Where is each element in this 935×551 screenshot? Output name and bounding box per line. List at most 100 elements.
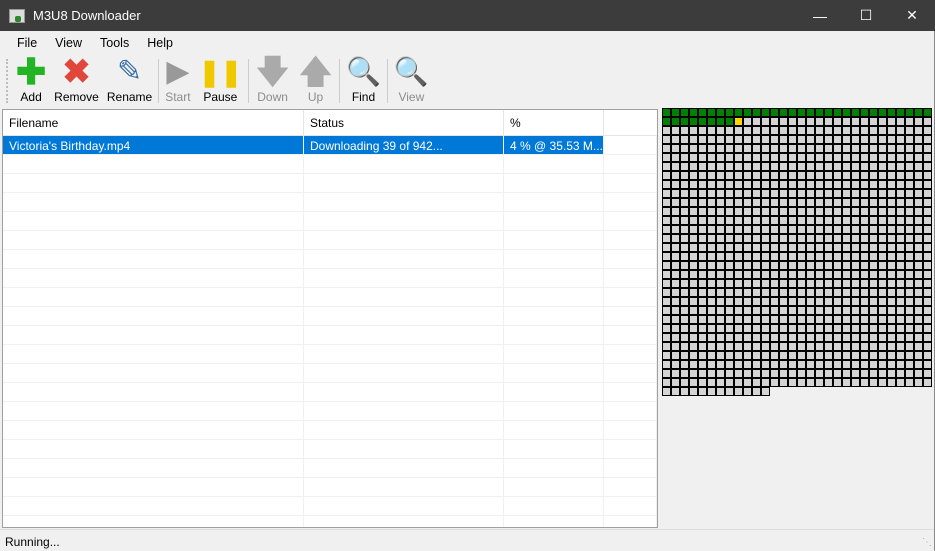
segment-cell — [914, 207, 923, 216]
segment-cell — [779, 180, 788, 189]
segment-cell — [878, 297, 887, 306]
segment-cell — [896, 252, 905, 261]
segment-cell — [923, 207, 932, 216]
pause-button[interactable]: ❚❚ Pause — [195, 55, 247, 107]
segment-cell — [860, 234, 869, 243]
segment-cell — [914, 369, 923, 378]
empty-row — [3, 288, 657, 307]
segment-cell — [914, 252, 923, 261]
segment-cell — [878, 126, 887, 135]
segment-cell — [851, 261, 860, 270]
start-button[interactable]: ▶ Start — [161, 55, 194, 107]
view-button[interactable]: 🔍 View — [390, 55, 433, 107]
segment-cell — [851, 126, 860, 135]
segment-cell — [851, 288, 860, 297]
segment-cell — [734, 117, 743, 126]
segment-cell — [680, 279, 689, 288]
segment-cell — [905, 378, 914, 387]
empty-row — [3, 174, 657, 193]
segment-cell — [671, 288, 680, 297]
segment-cell — [896, 315, 905, 324]
segment-cell — [725, 333, 734, 342]
segment-cell — [680, 252, 689, 261]
segment-cell — [725, 261, 734, 270]
play-icon: ▶ — [166, 55, 190, 88]
segment-cell — [680, 360, 689, 369]
remove-button[interactable]: ✖ Remove — [50, 55, 103, 107]
segment-cell — [680, 324, 689, 333]
segment-cell — [761, 162, 770, 171]
segment-cell — [860, 270, 869, 279]
segment-cell — [842, 108, 851, 117]
segment-cell — [770, 135, 779, 144]
column-percent[interactable]: % — [504, 110, 604, 135]
menu-help[interactable]: Help — [138, 36, 182, 50]
toolbar-grip[interactable] — [6, 59, 9, 103]
segment-cell — [851, 189, 860, 198]
segment-cell — [806, 306, 815, 315]
rename-button[interactable]: ✎ Rename — [103, 55, 156, 107]
segment-cell — [662, 387, 671, 396]
segment-cell — [689, 171, 698, 180]
segment-cell — [761, 234, 770, 243]
menu-view[interactable]: View — [46, 36, 91, 50]
add-button[interactable]: ✚ Add — [12, 54, 50, 107]
resize-grip[interactable]: ⋱ — [922, 537, 932, 548]
segment-cell — [806, 135, 815, 144]
find-button[interactable]: 🔍 Find — [342, 55, 385, 107]
segment-cell — [878, 369, 887, 378]
segment-cell — [878, 171, 887, 180]
segment-cell — [923, 216, 932, 225]
segment-cell — [671, 252, 680, 261]
maximize-button[interactable]: ☐ — [843, 0, 889, 31]
segment-cell — [788, 297, 797, 306]
segment-cell — [923, 315, 932, 324]
segment-cell — [734, 342, 743, 351]
empty-row — [3, 307, 657, 326]
segment-cell — [869, 189, 878, 198]
segment-cell — [806, 342, 815, 351]
segment-cell — [707, 216, 716, 225]
segment-cell — [797, 180, 806, 189]
segment-cell — [860, 342, 869, 351]
segment-cell — [869, 216, 878, 225]
empty-row — [3, 497, 657, 516]
segment-cell — [671, 324, 680, 333]
column-filename[interactable]: Filename — [3, 110, 304, 135]
segment-cell — [923, 225, 932, 234]
segment-cell — [833, 135, 842, 144]
close-button[interactable]: ✕ — [889, 0, 935, 31]
segment-cell — [815, 351, 824, 360]
download-list[interactable]: Filename Status % Victoria's Birthday.mp… — [2, 109, 658, 528]
segment-cell — [887, 234, 896, 243]
minimize-button[interactable]: — — [797, 0, 843, 31]
segment-cell — [824, 216, 833, 225]
down-button[interactable]: 🡇 Down — [251, 55, 294, 107]
up-button[interactable]: 🡅 Up — [294, 55, 337, 107]
segment-cell — [797, 297, 806, 306]
segment-cell — [914, 144, 923, 153]
segment-cell — [860, 306, 869, 315]
segment-cell — [752, 342, 761, 351]
list-item[interactable]: Victoria's Birthday.mp4 Downloading 39 o… — [3, 136, 657, 155]
segment-cell — [905, 306, 914, 315]
segment-cell — [779, 135, 788, 144]
segment-cell — [707, 126, 716, 135]
segment-cell — [806, 279, 815, 288]
segment-cell — [680, 288, 689, 297]
segment-cell — [887, 360, 896, 369]
segment-cell — [734, 135, 743, 144]
segment-cell — [662, 297, 671, 306]
segment-cell — [734, 360, 743, 369]
menu-tools[interactable]: Tools — [91, 36, 138, 50]
segment-cell — [923, 117, 932, 126]
segment-cell — [734, 243, 743, 252]
menu-file[interactable]: File — [8, 36, 46, 50]
segment-cell — [806, 225, 815, 234]
segment-cell — [896, 234, 905, 243]
segment-cell — [770, 243, 779, 252]
segment-cell — [761, 225, 770, 234]
segment-cell — [743, 171, 752, 180]
segment-cell — [698, 252, 707, 261]
column-status[interactable]: Status — [304, 110, 504, 135]
